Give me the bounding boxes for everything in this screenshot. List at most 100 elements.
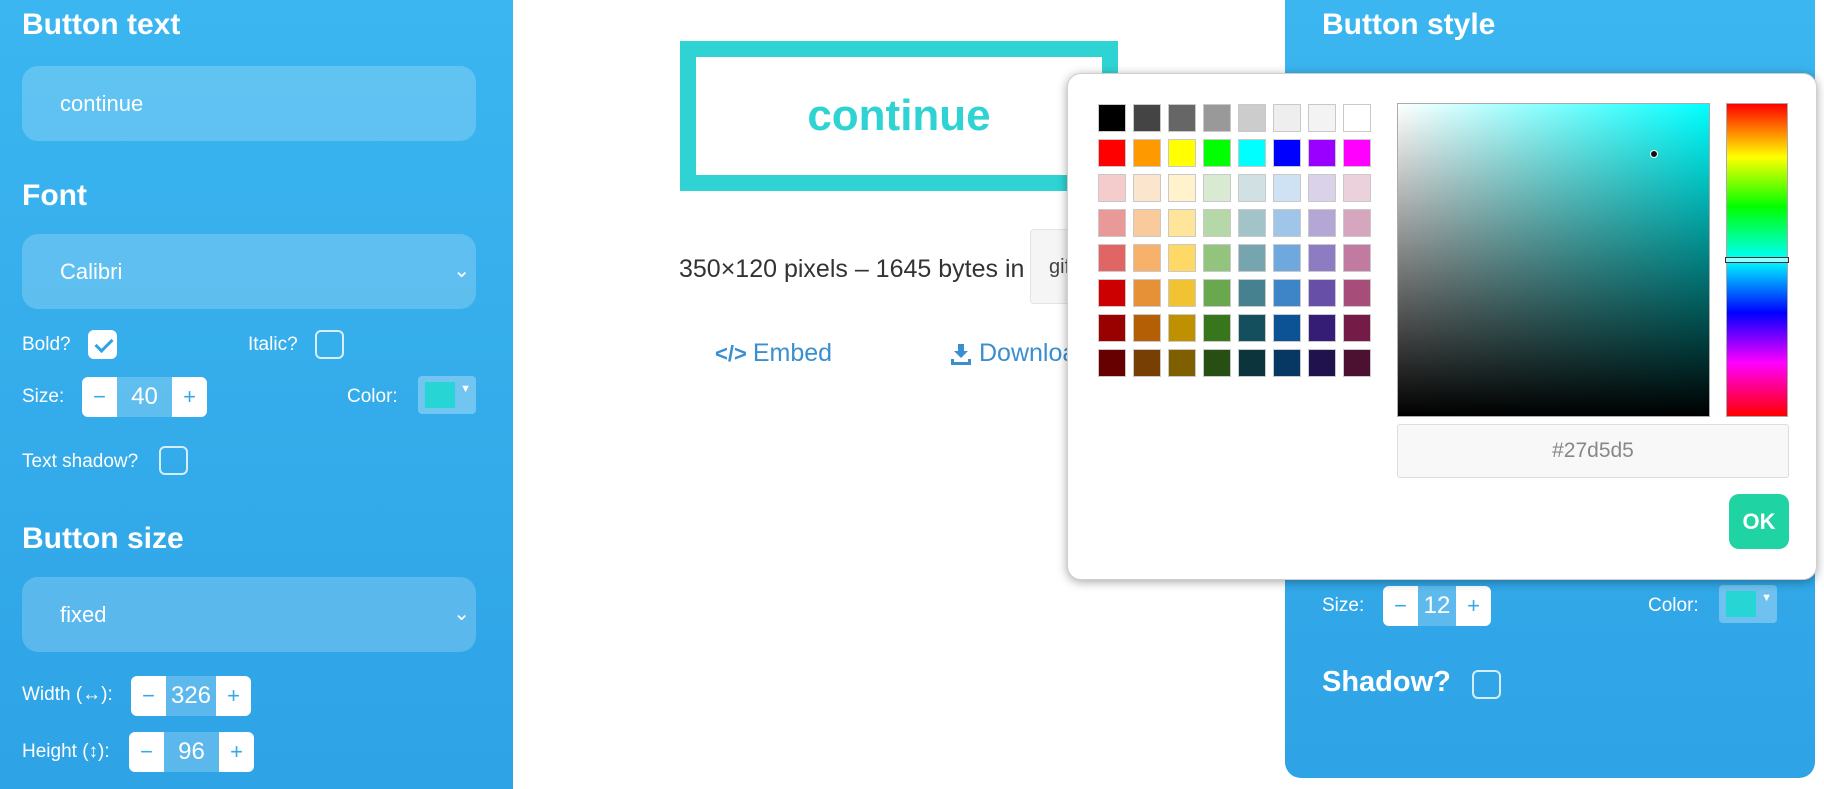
palette-swatch[interactable] [1238,139,1266,167]
palette-swatch[interactable] [1203,314,1231,342]
palette-swatch[interactable] [1343,139,1371,167]
palette-swatch[interactable] [1308,314,1336,342]
hue-slider[interactable] [1725,103,1789,417]
palette-swatch[interactable] [1203,349,1231,377]
button-text-input[interactable]: continue [22,66,476,141]
palette-swatch[interactable] [1238,244,1266,272]
palette-swatch[interactable] [1133,139,1161,167]
preview-button: continue [680,41,1118,191]
palette-swatch[interactable] [1098,139,1126,167]
palette-swatch[interactable] [1098,244,1126,272]
height-increment-button[interactable]: + [219,732,254,772]
hue-slider-handle[interactable] [1725,257,1789,263]
saturation-value-field[interactable] [1397,103,1710,417]
palette-swatch[interactable] [1273,104,1301,132]
download-link[interactable]: Downloa [949,339,1076,368]
embed-link[interactable]: </> Embed [715,339,832,368]
palette-swatch[interactable] [1343,279,1371,307]
palette-swatch[interactable] [1273,349,1301,377]
palette-swatch[interactable] [1343,349,1371,377]
width-increment-button[interactable]: + [216,676,251,716]
palette-swatch[interactable] [1133,314,1161,342]
palette-swatch[interactable] [1133,209,1161,237]
palette-swatch[interactable] [1168,349,1196,377]
font-size-increment-button[interactable]: + [172,377,207,417]
palette-swatch[interactable] [1098,314,1126,342]
palette-swatch[interactable] [1098,104,1126,132]
palette-swatch[interactable] [1168,139,1196,167]
palette-swatch[interactable] [1343,174,1371,202]
height-value[interactable]: 96 [164,732,219,772]
palette-swatch[interactable] [1273,314,1301,342]
palette-swatch[interactable] [1168,174,1196,202]
palette-swatch[interactable] [1273,139,1301,167]
palette-swatch[interactable] [1308,174,1336,202]
palette-swatch[interactable] [1098,279,1126,307]
palette-swatch[interactable] [1133,174,1161,202]
palette-swatch[interactable] [1273,209,1301,237]
font-size-decrement-button[interactable]: − [82,377,117,417]
palette-swatch[interactable] [1343,244,1371,272]
palette-swatch[interactable] [1098,174,1126,202]
palette-swatch[interactable] [1238,349,1266,377]
palette-swatch[interactable] [1168,244,1196,272]
palette-swatch[interactable] [1308,349,1336,377]
palette-swatch[interactable] [1133,244,1161,272]
palette-swatch[interactable] [1168,104,1196,132]
button-style-title: Button style [1322,8,1496,41]
height-decrement-button[interactable]: − [129,732,164,772]
palette-swatch[interactable] [1308,279,1336,307]
button-size-select[interactable]: fixed ⌄ [22,577,476,652]
embed-label: Embed [752,339,833,367]
palette-swatch[interactable] [1203,244,1231,272]
palette-swatch[interactable] [1133,349,1161,377]
border-size-value[interactable]: 12 [1418,586,1456,626]
palette-swatch[interactable] [1308,244,1336,272]
palette-swatch[interactable] [1168,314,1196,342]
border-size-stepper: − 12 + [1383,586,1491,626]
palette-swatch[interactable] [1133,104,1161,132]
text-color-button[interactable]: ▼ [418,376,476,414]
shadow-checkbox[interactable] [1472,670,1501,699]
palette-swatch[interactable] [1308,139,1336,167]
palette-swatch[interactable] [1133,279,1161,307]
palette-swatch[interactable] [1238,104,1266,132]
palette-swatch[interactable] [1238,174,1266,202]
palette-swatch[interactable] [1203,279,1231,307]
palette-swatch[interactable] [1203,174,1231,202]
palette-swatch[interactable] [1098,349,1126,377]
button-size-title: Button size [22,522,184,555]
palette-swatch[interactable] [1168,209,1196,237]
palette-swatch[interactable] [1308,104,1336,132]
hex-color-input[interactable]: #27d5d5 [1397,424,1789,478]
font-select[interactable]: Calibri ⌄ [22,234,476,309]
palette-swatch[interactable] [1238,279,1266,307]
border-size-increment-button[interactable]: + [1456,586,1491,626]
palette-swatch[interactable] [1203,139,1231,167]
palette-swatch[interactable] [1343,209,1371,237]
text-shadow-checkbox[interactable] [159,446,188,475]
palette-swatch[interactable] [1168,279,1196,307]
width-label: Width (↔): [22,684,113,705]
palette-swatch[interactable] [1343,104,1371,132]
palette-swatch[interactable] [1203,209,1231,237]
palette-swatch[interactable] [1308,209,1336,237]
palette-swatch[interactable] [1238,209,1266,237]
palette-swatch[interactable] [1203,104,1231,132]
italic-checkbox[interactable] [315,330,344,359]
palette-swatch[interactable] [1238,314,1266,342]
border-size-decrement-button[interactable]: − [1383,586,1418,626]
palette-swatch[interactable] [1098,209,1126,237]
font-size-value[interactable]: 40 [117,377,172,417]
ok-button[interactable]: OK [1729,494,1789,549]
palette-swatch[interactable] [1273,174,1301,202]
saturation-value-handle[interactable] [1650,150,1658,158]
width-decrement-button[interactable]: − [131,676,166,716]
palette-swatch[interactable] [1273,279,1301,307]
bold-checkbox[interactable] [88,330,117,359]
palette-swatch[interactable] [1273,244,1301,272]
caret-down-icon: ▼ [460,383,471,395]
palette-swatch[interactable] [1343,314,1371,342]
width-value[interactable]: 326 [166,676,216,716]
border-color-button[interactable]: ▼ [1719,585,1777,623]
